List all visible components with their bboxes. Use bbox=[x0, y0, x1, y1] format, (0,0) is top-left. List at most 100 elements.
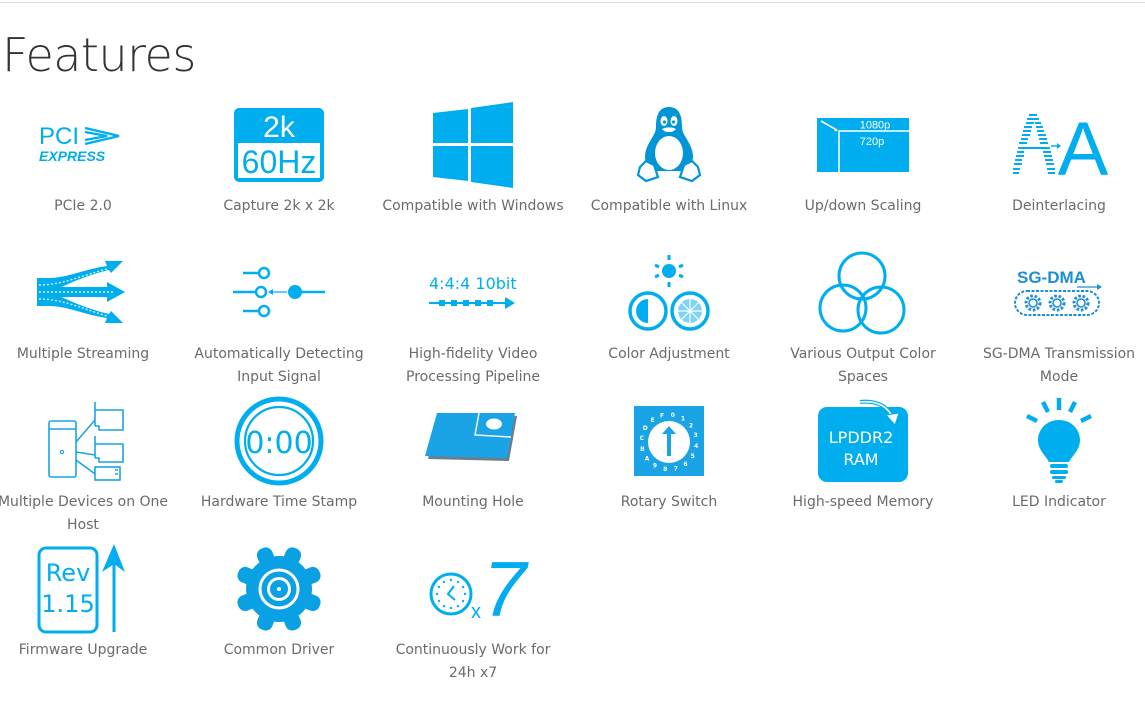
rotary-digit: 6 bbox=[683, 461, 687, 468]
svg-text:LPDDR2: LPDDR2 bbox=[829, 428, 894, 447]
feature-label: High-speed Memory bbox=[792, 494, 934, 510]
feature-label: Deinterlacing bbox=[1012, 198, 1106, 214]
svg-text:EXPRESS: EXPRESS bbox=[39, 148, 106, 164]
feature-auto-detect: Automatically Detecting Input Signal bbox=[184, 248, 374, 389]
feature-label: LED Indicator bbox=[1012, 494, 1106, 510]
feature-led: LED Indicator bbox=[964, 396, 1145, 514]
resolution-2k-60hz-icon: 2k 60Hz bbox=[184, 100, 374, 190]
clock-tick bbox=[437, 599, 441, 603]
feature-label: Firmware Upgrade bbox=[18, 642, 148, 658]
feature-rotary-switch: 0123 4 56789ABCDEF Rotary Switch bbox=[574, 396, 764, 514]
svg-text:RAM: RAM bbox=[843, 450, 878, 469]
feature-multi-device: Multiple Devices on One Host bbox=[0, 396, 178, 537]
rotary-digit: F bbox=[660, 412, 664, 419]
svg-text:x: x bbox=[471, 601, 481, 623]
feature-label: SG-DMA Transmission Mode bbox=[982, 346, 1136, 385]
gear-icon bbox=[184, 544, 374, 634]
feature-label: Common Driver bbox=[223, 642, 335, 658]
svg-text:60Hz: 60Hz bbox=[242, 144, 317, 180]
feature-common-driver: Common Driver bbox=[184, 544, 374, 662]
top-divider bbox=[0, 2, 1145, 3]
firmware-upgrade-icon: Rev 1.15 bbox=[0, 544, 178, 634]
svg-text:PCI: PCI bbox=[39, 123, 79, 150]
feature-label: Mounting Hole bbox=[422, 494, 524, 510]
rotary-digit: 4 bbox=[694, 443, 698, 450]
rotary-digit: 5 bbox=[691, 453, 695, 460]
svg-text:7: 7 bbox=[483, 545, 529, 633]
svg-text:SG-DMA: SG-DMA bbox=[1017, 268, 1086, 287]
lightbulb-icon bbox=[964, 396, 1145, 486]
color-spaces-circles-icon bbox=[768, 248, 958, 338]
rotary-digit: E bbox=[650, 417, 654, 424]
feature-label: Automatically Detecting Input Signal bbox=[194, 346, 364, 385]
feature-24x7: x 7 Continuously Work for 24h x7 bbox=[378, 544, 568, 685]
feature-memory: LPDDR2 RAM High-speed Memory bbox=[768, 396, 958, 514]
page-title: Features bbox=[2, 28, 196, 82]
feature-pcie: PCI EXPRESS PCIe 2.0 bbox=[0, 100, 178, 218]
rotary-digit: 7 bbox=[674, 466, 678, 473]
windows-logo-icon bbox=[378, 100, 568, 190]
svg-text:4:4:4 10bit: 4:4:4 10bit bbox=[429, 274, 517, 293]
feature-label: Rotary Switch bbox=[620, 494, 718, 510]
color-adjust-icon bbox=[574, 248, 764, 338]
linux-tux-icon bbox=[574, 100, 764, 190]
feature-label: Various Output Color Spaces bbox=[790, 346, 936, 385]
rotary-digit: 2 bbox=[689, 423, 693, 430]
rotary-digit: 0 bbox=[671, 412, 675, 419]
rotary-digit: C bbox=[640, 435, 645, 442]
feature-timestamp: 0:00 Hardware Time Stamp bbox=[184, 396, 374, 514]
clock-tick bbox=[442, 604, 446, 608]
feature-pipeline: 4:4:4 10bit High-fidelity Video Processi… bbox=[378, 248, 568, 389]
feature-scaling: 1080p 720p Up/down Scaling bbox=[768, 100, 958, 218]
multi-device-host-icon bbox=[0, 396, 178, 486]
rotary-digit: 9 bbox=[653, 463, 657, 470]
feature-sg-dma: SG-DMA SG-DMA Transmission Mode bbox=[964, 248, 1145, 389]
feature-deinterlacing: A Deinterlacing bbox=[964, 100, 1145, 218]
deinterlacing-icon: A bbox=[964, 100, 1145, 192]
feature-label: High-fidelity Video Processing Pipeline bbox=[406, 346, 540, 385]
svg-text:2k: 2k bbox=[263, 111, 296, 144]
svg-text:A: A bbox=[1058, 107, 1109, 192]
pipeline-icon: 4:4:4 10bit bbox=[378, 248, 568, 338]
svg-text:1080p: 1080p bbox=[860, 120, 891, 132]
feature-firmware: Rev 1.15 Firmware Upgrade bbox=[0, 544, 178, 662]
rotary-digit: A bbox=[645, 456, 650, 463]
clock-tick bbox=[456, 580, 460, 584]
clock-tick bbox=[461, 599, 465, 603]
feature-color-spaces: Various Output Color Spaces bbox=[768, 248, 958, 389]
feature-label: PCIe 2.0 bbox=[54, 198, 112, 214]
clock-tick bbox=[449, 606, 453, 610]
feature-label: Compatible with Linux bbox=[590, 198, 748, 214]
feature-linux: Compatible with Linux bbox=[574, 100, 764, 218]
svg-text:0:00: 0:00 bbox=[245, 426, 312, 461]
feature-label: Continuously Work for 24h x7 bbox=[395, 642, 551, 681]
feature-capture-2k: 2k 60Hz Capture 2k x 2k bbox=[184, 100, 374, 218]
input-switch-icon bbox=[184, 248, 374, 338]
memory-chip-icon: LPDDR2 RAM bbox=[768, 396, 958, 486]
svg-text:Rev: Rev bbox=[46, 559, 91, 587]
feature-label: Multiple Streaming bbox=[16, 346, 150, 362]
svg-text:1.15: 1.15 bbox=[41, 590, 94, 618]
rotary-digit: 8 bbox=[663, 466, 667, 473]
feature-label: Compatible with Windows bbox=[382, 198, 564, 214]
feature-multiple-streaming: Multiple Streaming bbox=[0, 248, 178, 366]
clock-tick bbox=[437, 585, 441, 589]
rotary-switch-icon: 0123 4 56789ABCDEF bbox=[574, 396, 764, 486]
rotary-digit: 1 bbox=[681, 415, 685, 422]
clock-tick bbox=[456, 604, 460, 608]
sg-dma-gears-icon: SG-DMA bbox=[964, 248, 1145, 338]
clock-tick bbox=[435, 592, 439, 596]
feature-label: Color Adjustment bbox=[608, 346, 730, 362]
scaling-icon: 1080p 720p bbox=[768, 100, 958, 190]
feature-windows: Compatible with Windows bbox=[378, 100, 568, 218]
multi-stream-arrows-icon bbox=[0, 248, 178, 338]
clock-tick bbox=[463, 592, 467, 596]
feature-mounting-hole: Mounting Hole bbox=[378, 396, 568, 514]
feature-label: Multiple Devices on One Host bbox=[0, 494, 169, 533]
rotary-digit: B bbox=[640, 446, 645, 453]
feature-color-adjust: Color Adjustment bbox=[574, 248, 764, 366]
svg-text:720p: 720p bbox=[860, 136, 884, 148]
feature-label: Hardware Time Stamp bbox=[200, 494, 358, 510]
mounting-hole-icon bbox=[378, 396, 568, 486]
clock-tick bbox=[461, 585, 465, 589]
